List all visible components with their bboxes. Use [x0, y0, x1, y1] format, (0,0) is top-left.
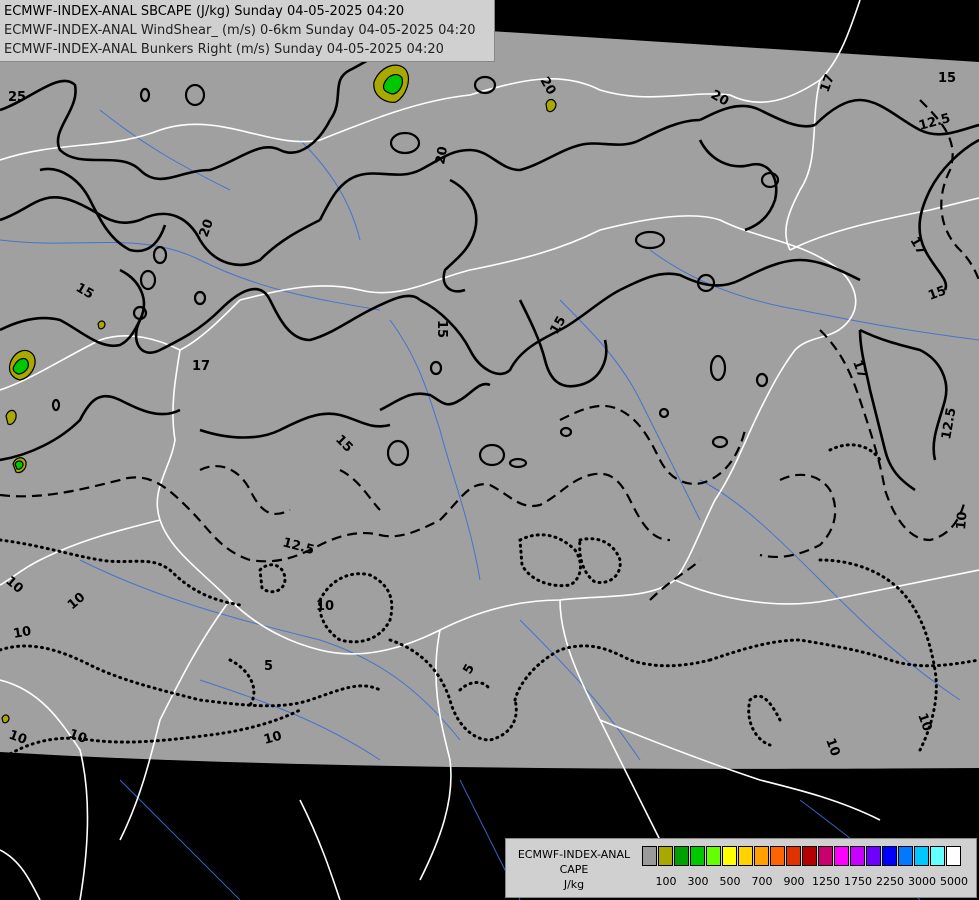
cape-legend: ECMWF-INDEX-ANAL CAPE J/kg 100 300 500 700 9… [505, 838, 977, 898]
legend-swatch [690, 846, 705, 866]
legend-tick-label: 1750 [844, 875, 872, 888]
legend-swatch [770, 846, 785, 866]
legend-swatch [850, 846, 865, 866]
contour-label: 25 [8, 90, 26, 105]
legend-title-variable: CAPE [559, 863, 589, 876]
legend-swatch [706, 846, 721, 866]
legend-title-unit: J/kg [563, 878, 585, 891]
title-line-sbcape: ECMWF-INDEX-ANAL SBCAPE (J/kg) Sunday 04… [4, 4, 405, 19]
legend-swatch [658, 846, 673, 866]
legend-swatch [866, 846, 881, 866]
legend-swatch [722, 846, 737, 866]
legend-swatch [930, 846, 945, 866]
legend-tick-label: 300 [687, 875, 709, 888]
legend-swatch [738, 846, 753, 866]
legend-title: ECMWF-INDEX-ANAL CAPE J/kg [509, 847, 639, 892]
legend-swatch [914, 846, 929, 866]
legend-swatch [674, 846, 689, 866]
contour-label: 15 [434, 320, 449, 338]
contour-label: 17 [192, 359, 210, 374]
contour-label: 10 [954, 511, 971, 530]
legend-tick-label: 1250 [812, 875, 840, 888]
legend-swatch [754, 846, 769, 866]
legend-title-source: ECMWF-INDEX-ANAL [517, 848, 631, 861]
weather-map: 25 20 20 20 20 17 15 12.5 15 15 17 15 17… [0, 0, 979, 900]
legend-swatch [946, 846, 961, 866]
title-line-windshear: ECMWF-INDEX-ANAL WindShear_ (m/s) 0-6km … [4, 23, 476, 38]
legend-tick-label: 2250 [876, 875, 904, 888]
legend-swatch [642, 846, 657, 866]
title-line-bunkers: ECMWF-INDEX-ANAL Bunkers Right (m/s) Sun… [4, 42, 444, 57]
legend-tick-label: 5000 [940, 875, 968, 888]
legend-color-bar [642, 846, 962, 866]
contour-label: 10 [316, 599, 334, 614]
legend-swatch [898, 846, 913, 866]
legend-tick-labels: 100 300 500 700 900 1250 1750 2250 3000 5000 [642, 875, 972, 889]
contour-label: 10 [12, 624, 32, 642]
contour-label: 5 [264, 659, 273, 674]
legend-tick-label: 3000 [908, 875, 936, 888]
legend-tick-label: 100 [655, 875, 677, 888]
contour-label: 15 [938, 71, 956, 86]
legend-tick-label: 900 [783, 875, 805, 888]
legend-tick-label: 500 [719, 875, 741, 888]
legend-swatch [834, 846, 849, 866]
map-title-box: ECMWF-INDEX-ANAL SBCAPE (J/kg) Sunday 04… [0, 0, 495, 62]
legend-swatch [818, 846, 833, 866]
legend-swatch [882, 846, 897, 866]
legend-swatch [802, 846, 817, 866]
contour-label: 20 [433, 145, 451, 165]
legend-swatch [786, 846, 801, 866]
legend-tick-label: 700 [751, 875, 773, 888]
